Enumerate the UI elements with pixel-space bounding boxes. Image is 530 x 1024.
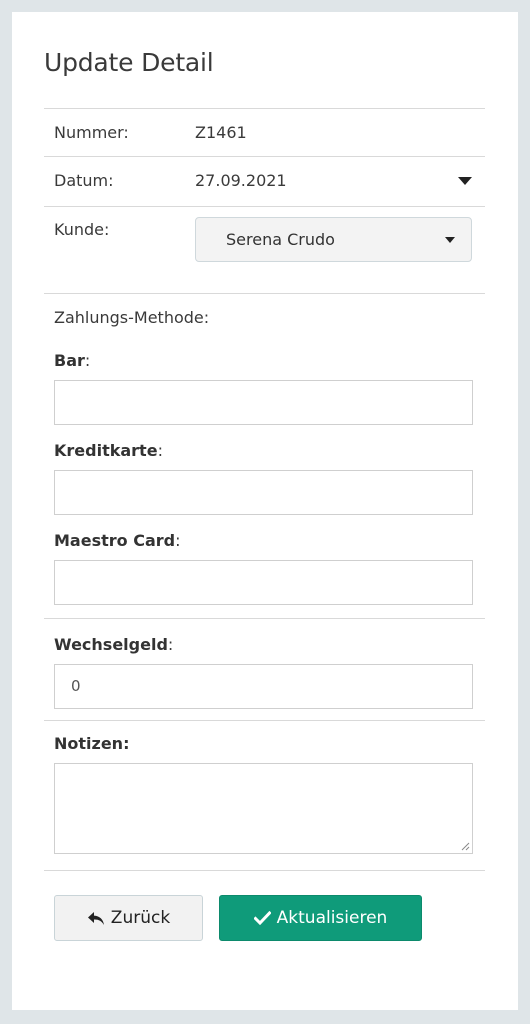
bar-input[interactable] (54, 380, 473, 425)
datum-label: Datum: (54, 171, 114, 190)
notizen-label: Notizen: (54, 734, 130, 753)
divider (44, 720, 485, 721)
datum-value[interactable]: 27.09.2021 (195, 171, 287, 190)
divider (44, 618, 485, 619)
bar-label: Bar: (54, 351, 91, 370)
kunde-label: Kunde: (54, 220, 110, 239)
divider (44, 293, 485, 294)
payment-method-label: Zahlungs-Methode: (54, 308, 210, 327)
check-icon (253, 911, 271, 925)
divider (44, 156, 485, 157)
update-button-label: Aktualisieren (276, 908, 388, 928)
divider (44, 108, 485, 109)
reply-arrow-icon (87, 911, 104, 925)
update-button[interactable]: Aktualisieren (219, 895, 422, 941)
nummer-label: Nummer: (54, 123, 129, 142)
page-title: Update Detail (44, 48, 214, 77)
customer-select-value: Serena Crudo (226, 230, 335, 249)
caret-down-icon (445, 237, 455, 243)
divider (44, 206, 485, 207)
notizen-textarea[interactable] (54, 763, 473, 854)
nummer-value: Z1461 (195, 123, 247, 142)
wechselgeld-label: Wechselgeld: (54, 635, 174, 654)
resize-grip-icon[interactable] (461, 842, 470, 851)
maestro-card-input[interactable] (54, 560, 473, 605)
update-detail-card: Update Detail Nummer: Z1461 Datum: 27.09… (12, 12, 518, 1010)
maestro-card-label: Maestro Card: (54, 531, 181, 550)
kreditkarte-label: Kreditkarte: (54, 441, 163, 460)
back-button[interactable]: Zurück (54, 895, 203, 941)
customer-select[interactable]: Serena Crudo (195, 217, 472, 262)
wechselgeld-input[interactable]: 0 (54, 664, 473, 709)
caret-down-icon[interactable] (458, 177, 472, 185)
back-button-label: Zurück (110, 908, 171, 928)
kreditkarte-input[interactable] (54, 470, 473, 515)
divider (44, 870, 485, 871)
